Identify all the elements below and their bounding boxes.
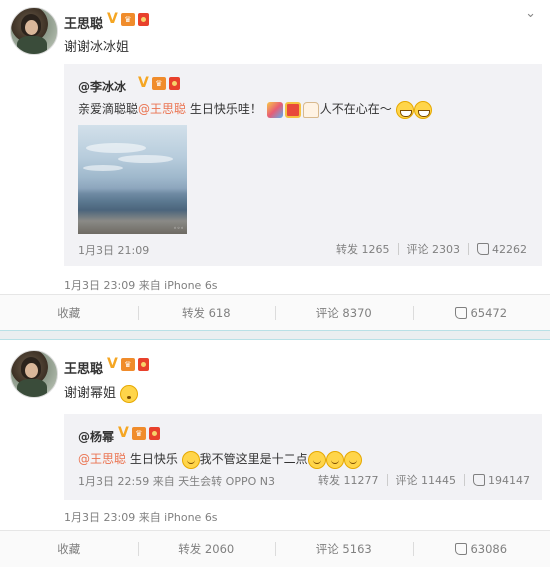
- chevron-down-icon[interactable]: ⌄: [525, 6, 536, 21]
- sleepy-emoji-icon: [120, 384, 139, 403]
- repost-label: 转发 618: [181, 306, 231, 320]
- verified-icon[interactable]: V: [107, 11, 118, 27]
- like-label: 63086: [470, 542, 508, 556]
- repost-stats: 转发 11277 评论 11445 194147: [318, 472, 530, 488]
- avatar-body: [17, 379, 47, 397]
- repost-count[interactable]: 转发 1265: [336, 241, 390, 257]
- repost-text-end: 人不在心在～: [319, 102, 392, 116]
- post-text-content: 谢谢幂姐: [64, 386, 117, 401]
- crown-icon[interactable]: ♛: [120, 357, 135, 371]
- like-button[interactable]: 65472: [412, 295, 550, 331]
- like-label: 65472: [470, 306, 508, 320]
- repost-author-badges: V ♛: [118, 425, 160, 441]
- post-text: 谢谢幂姐: [64, 382, 139, 403]
- like-button[interactable]: 63086: [412, 531, 550, 567]
- grin-emoji-icon: [395, 100, 414, 119]
- grin-emoji-icon: [413, 100, 432, 119]
- action-bar: 收藏 转发 2060 评论 5163 63086: [0, 530, 550, 567]
- repost-text-middle: 生日快乐哇！: [186, 102, 262, 116]
- mention-link[interactable]: @王思聪: [78, 452, 126, 466]
- smile-emoji-icon: [307, 450, 326, 469]
- repost-author[interactable]: @杨幂: [78, 428, 114, 445]
- photo-cloud: [118, 155, 173, 163]
- repost-label: 转发 2060: [178, 542, 235, 556]
- repost-box[interactable]: @李冰冰 V ♛ 亲爱滴聪聪@王思聪 生日快乐哇！ 人不在心在～ ◦◦◦ 1月3…: [64, 64, 542, 266]
- red-packet-icon[interactable]: [148, 426, 160, 440]
- avatar-face: [25, 363, 38, 378]
- divider: [464, 474, 465, 486]
- thumbs-up-icon[interactable]: [473, 474, 485, 486]
- action-bar: 收藏 转发 618 评论 8370 65472: [0, 294, 550, 331]
- crown-icon[interactable]: ♛: [120, 12, 135, 26]
- repost-button[interactable]: 转发 2060: [137, 531, 276, 567]
- comment-count[interactable]: 评论 11445: [396, 472, 457, 488]
- favorite-label: 收藏: [57, 542, 81, 556]
- divider: [397, 243, 399, 255]
- gift-icon: [284, 101, 301, 118]
- weibo-post-2: 王思聪 V ♛ 谢谢幂姐 @杨幂 V ♛ @王思聪 生日快乐 我不管这里是十二点…: [0, 340, 550, 568]
- photo-watermark-icon: ◦◦◦: [173, 225, 184, 232]
- verified-icon[interactable]: V: [118, 425, 129, 441]
- red-packet-icon[interactable]: [137, 357, 149, 371]
- post-meta[interactable]: 1月3日 23:09 来自 iPhone 6s: [64, 509, 218, 525]
- author-badges: V ♛: [107, 356, 149, 372]
- thumbs-up-icon[interactable]: [477, 243, 489, 255]
- repost-author-badges: V ♛: [138, 75, 180, 91]
- avatar-body: [17, 36, 47, 54]
- verified-icon[interactable]: V: [138, 75, 149, 91]
- repost-author[interactable]: @李冰冰: [78, 78, 126, 95]
- favorite-button[interactable]: 收藏: [0, 295, 138, 331]
- photo-cloud: [86, 143, 146, 153]
- repost-count[interactable]: 转发 11277: [318, 472, 379, 488]
- divider: [468, 243, 469, 255]
- red-packet-icon[interactable]: [168, 76, 180, 90]
- like-count[interactable]: 42262: [492, 243, 527, 256]
- repost-text: 亲爱滴聪聪@王思聪 生日快乐哇！ 人不在心在～: [78, 100, 432, 119]
- repost-text-start: 亲爱滴聪聪: [78, 102, 139, 116]
- author-name[interactable]: 王思聪: [64, 358, 103, 377]
- repost-stats: 转发 1265 评论 2303 42262: [336, 241, 527, 257]
- red-packet-icon[interactable]: [137, 12, 149, 26]
- divider: [386, 474, 388, 486]
- smile-emoji-icon: [343, 450, 362, 469]
- photo-cloud: [83, 165, 123, 171]
- smile-emoji-icon: [181, 450, 200, 469]
- like-count[interactable]: 194147: [488, 474, 530, 487]
- post-text: 谢谢冰冰姐: [64, 40, 130, 55]
- thumbs-up-icon: [455, 307, 468, 319]
- repost-text-middle: 生日快乐: [126, 452, 178, 466]
- comment-count[interactable]: 评论 2303: [407, 241, 461, 257]
- party-popper-icon: [266, 101, 283, 118]
- favorite-button[interactable]: 收藏: [0, 531, 138, 567]
- repost-time[interactable]: 1月3日 22:59 来自 天生会转 OPPO N3: [78, 473, 275, 489]
- verified-icon[interactable]: V: [107, 356, 118, 372]
- crown-icon[interactable]: ♛: [151, 76, 166, 90]
- thumbs-up-icon: [455, 543, 468, 555]
- repost-button[interactable]: 转发 618: [137, 295, 276, 331]
- avatar[interactable]: [10, 350, 58, 398]
- weibo-post-1: 王思聪 V ♛ ⌄ 谢谢冰冰姐 @李冰冰 V ♛ 亲爱滴聪聪@王思聪 生日快乐哇…: [0, 0, 550, 331]
- author-badges: V ♛: [107, 11, 149, 27]
- favorite-label: 收藏: [57, 306, 81, 320]
- avatar[interactable]: [10, 7, 58, 55]
- post-meta[interactable]: 1月3日 23:09 来自 iPhone 6s: [64, 277, 218, 293]
- repost-time[interactable]: 1月3日 21:09: [78, 242, 149, 258]
- comment-button[interactable]: 评论 8370: [275, 295, 413, 331]
- cake-icon: [302, 101, 319, 118]
- mention-link[interactable]: @王思聪: [138, 102, 186, 116]
- smile-emoji-icon: [325, 450, 344, 469]
- repost-box[interactable]: @杨幂 V ♛ @王思聪 生日快乐 我不管这里是十二点 1月3日 22:59 来…: [64, 414, 542, 500]
- repost-text-end: 我不管这里是十二点: [199, 452, 308, 466]
- comment-button[interactable]: 评论 5163: [275, 531, 413, 567]
- repost-photo[interactable]: ◦◦◦: [78, 125, 187, 234]
- author-name[interactable]: 王思聪: [64, 13, 103, 32]
- crown-icon[interactable]: ♛: [131, 426, 146, 440]
- comment-label: 评论 5163: [315, 542, 372, 556]
- avatar-face: [25, 20, 38, 35]
- comment-label: 评论 8370: [315, 306, 372, 320]
- repost-text: @王思聪 生日快乐 我不管这里是十二点: [78, 450, 362, 469]
- post-separator: [0, 330, 550, 340]
